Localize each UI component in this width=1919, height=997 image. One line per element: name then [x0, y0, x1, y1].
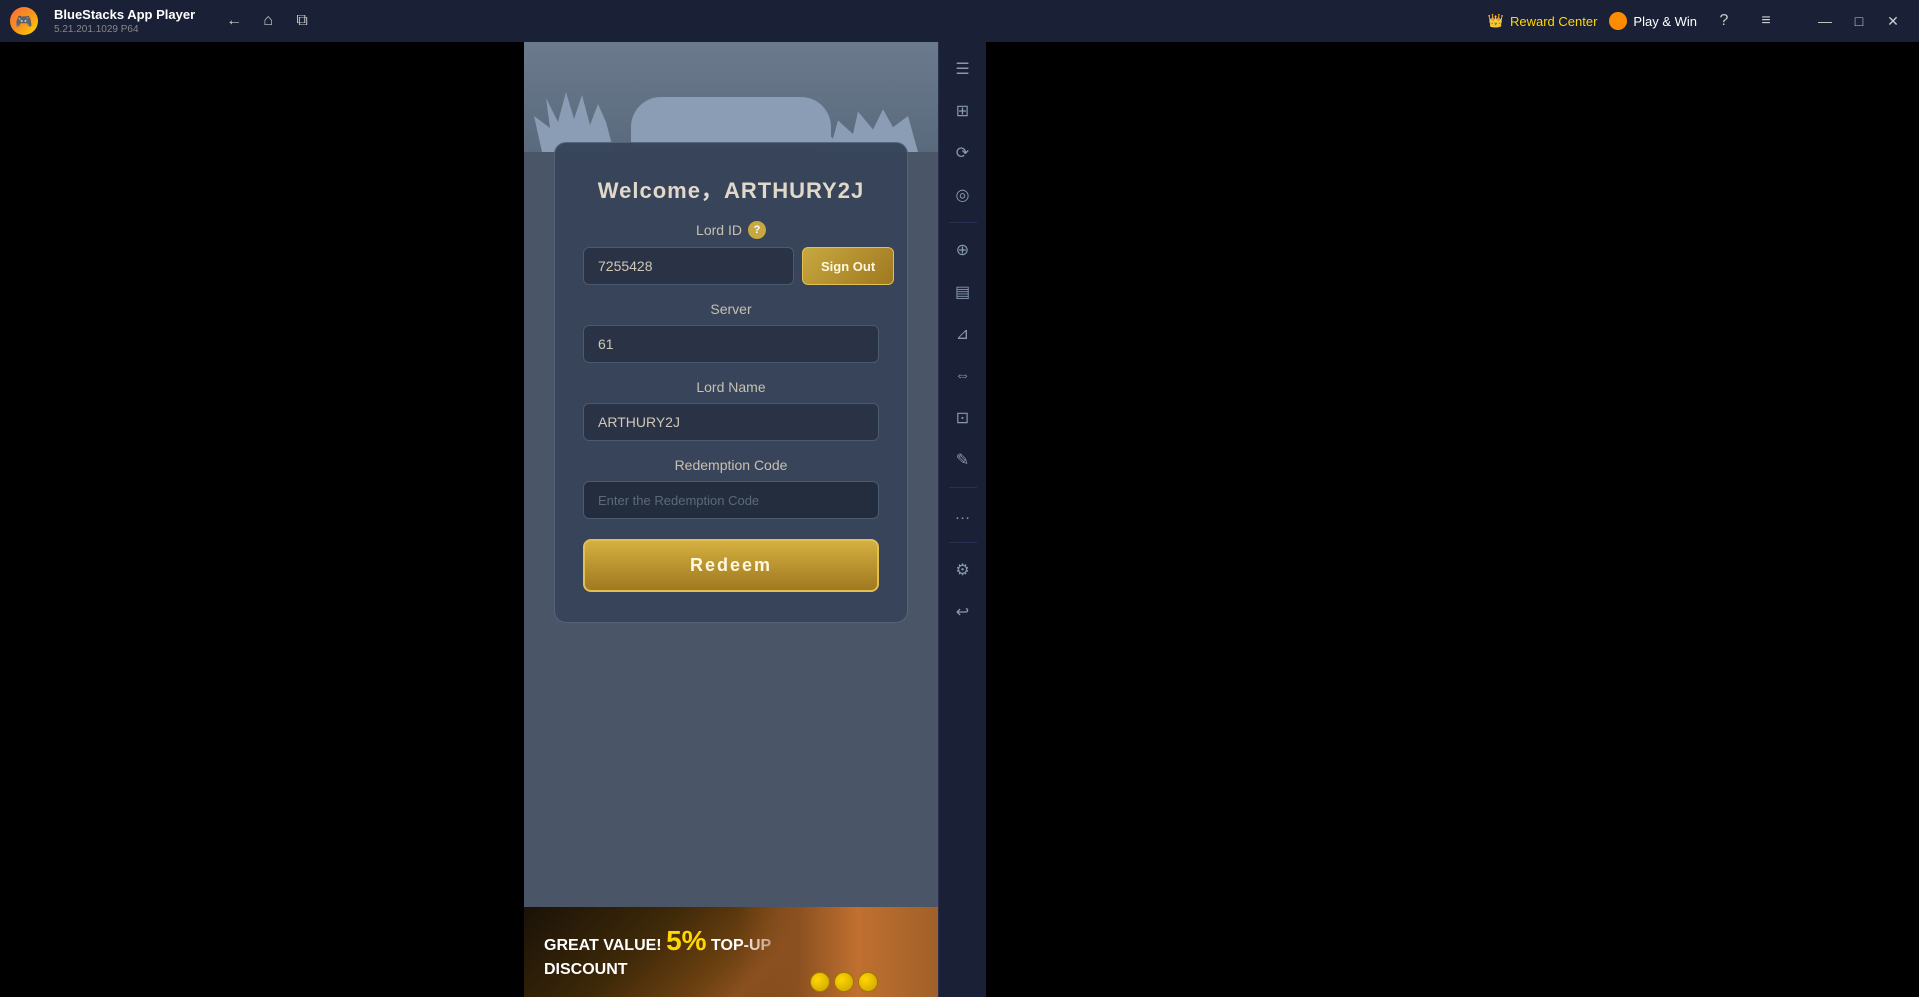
app-logo: 🎮	[10, 7, 38, 35]
minimize-button[interactable]: —	[1809, 5, 1841, 37]
sidebar-icon-edit[interactable]: ✎	[944, 441, 982, 479]
banner-percent: 5%	[666, 925, 706, 956]
right-black-area	[986, 42, 1919, 997]
sidebar-icon-rotate[interactable]: ⟳	[944, 134, 982, 172]
lord-id-label: Lord ID ?	[583, 221, 879, 239]
window-controls: — □ ✕	[1809, 5, 1909, 37]
redemption-code-input[interactable]	[583, 481, 879, 519]
crown-icon: 👑	[1488, 13, 1504, 29]
main-area: Welcome，ARTHURY2J Lord ID ? Sign Out Ser…	[0, 42, 1919, 997]
maximize-button[interactable]: □	[1843, 5, 1875, 37]
right-sidebar: ☰ ⊞ ⟳ ◎ ⊕ ▤ ⊿ ⇔ ⊡ ✎ … ⚙ ↩	[938, 42, 986, 997]
coin-2	[834, 972, 854, 992]
play-win-icon: 🔸	[1609, 12, 1627, 30]
multi-window-button[interactable]: ⧉	[287, 6, 317, 36]
sidebar-icon-resize[interactable]: ⊿	[944, 315, 982, 353]
sidebar-icon-more[interactable]: …	[944, 496, 982, 534]
sidebar-icon-back[interactable]: ↩	[944, 593, 982, 631]
game-area: Welcome，ARTHURY2J Lord ID ? Sign Out Ser…	[524, 42, 938, 997]
sidebar-icon-settings[interactable]: ⚙	[944, 551, 982, 589]
app-name: BlueStacks App Player	[54, 7, 195, 22]
sidebar-icon-swap[interactable]: ⇔	[944, 357, 982, 395]
sidebar-icon-install[interactable]: ⊕	[944, 231, 982, 269]
sidebar-separator-2	[949, 487, 977, 488]
title-bar: 🎮 BlueStacks App Player 5.21.201.1029 P6…	[0, 0, 1919, 42]
figure-silhouette-center	[631, 97, 831, 147]
sidebar-icon-grid[interactable]: ⊞	[944, 92, 982, 130]
menu-button[interactable]: ≡	[1751, 6, 1781, 36]
play-win-button[interactable]: 🔸 Play & Win	[1609, 12, 1697, 30]
sidebar-icon-camera[interactable]: ◎	[944, 176, 982, 214]
close-button[interactable]: ✕	[1877, 5, 1909, 37]
play-win-label: Play & Win	[1633, 14, 1697, 29]
reward-center-button[interactable]: 👑 Reward Center	[1488, 13, 1598, 29]
sidebar-separator-3	[949, 542, 977, 543]
lord-id-input[interactable]	[583, 247, 794, 285]
title-bar-nav: ← ⌂ ⧉	[219, 6, 317, 36]
silhouette-container	[524, 62, 938, 152]
game-background-top	[524, 42, 938, 152]
app-version: 5.21.201.1029 P64	[54, 24, 195, 35]
redemption-dialog: Welcome，ARTHURY2J Lord ID ? Sign Out Ser…	[554, 142, 908, 623]
lord-id-row: Sign Out	[583, 247, 879, 285]
promotion-banner[interactable]: GREAT VALUE! 5% TOP-UP DISCOUNT	[524, 907, 938, 997]
back-button[interactable]: ←	[219, 6, 249, 36]
banner-coins	[810, 972, 878, 992]
lord-name-input[interactable]	[583, 403, 879, 441]
welcome-text: Welcome，ARTHURY2J	[583, 173, 879, 205]
sign-out-button[interactable]: Sign Out	[802, 247, 894, 285]
title-bar-left: 🎮 BlueStacks App Player 5.21.201.1029 P6…	[10, 6, 1488, 36]
sidebar-icon-apk[interactable]: ▤	[944, 273, 982, 311]
home-button[interactable]: ⌂	[253, 6, 283, 36]
app-info: BlueStacks App Player 5.21.201.1029 P64	[54, 7, 195, 35]
redemption-code-label: Redemption Code	[583, 457, 879, 473]
lord-id-help-icon[interactable]: ?	[748, 221, 766, 239]
sidebar-separator-1	[949, 222, 977, 223]
server-label: Server	[583, 301, 879, 317]
coin-3	[858, 972, 878, 992]
left-panel	[0, 42, 524, 997]
redeem-button[interactable]: Redeem	[583, 539, 879, 592]
reward-center-label: Reward Center	[1510, 14, 1597, 29]
coin-1	[810, 972, 830, 992]
help-button[interactable]: ?	[1709, 6, 1739, 36]
server-input[interactable]	[583, 325, 879, 363]
title-bar-right: 👑 Reward Center 🔸 Play & Win ? ≡ — □ ✕	[1488, 5, 1909, 37]
sidebar-icon-macro[interactable]: ⊡	[944, 399, 982, 437]
sidebar-icon-layout[interactable]: ☰	[944, 50, 982, 88]
lord-name-label: Lord Name	[583, 379, 879, 395]
